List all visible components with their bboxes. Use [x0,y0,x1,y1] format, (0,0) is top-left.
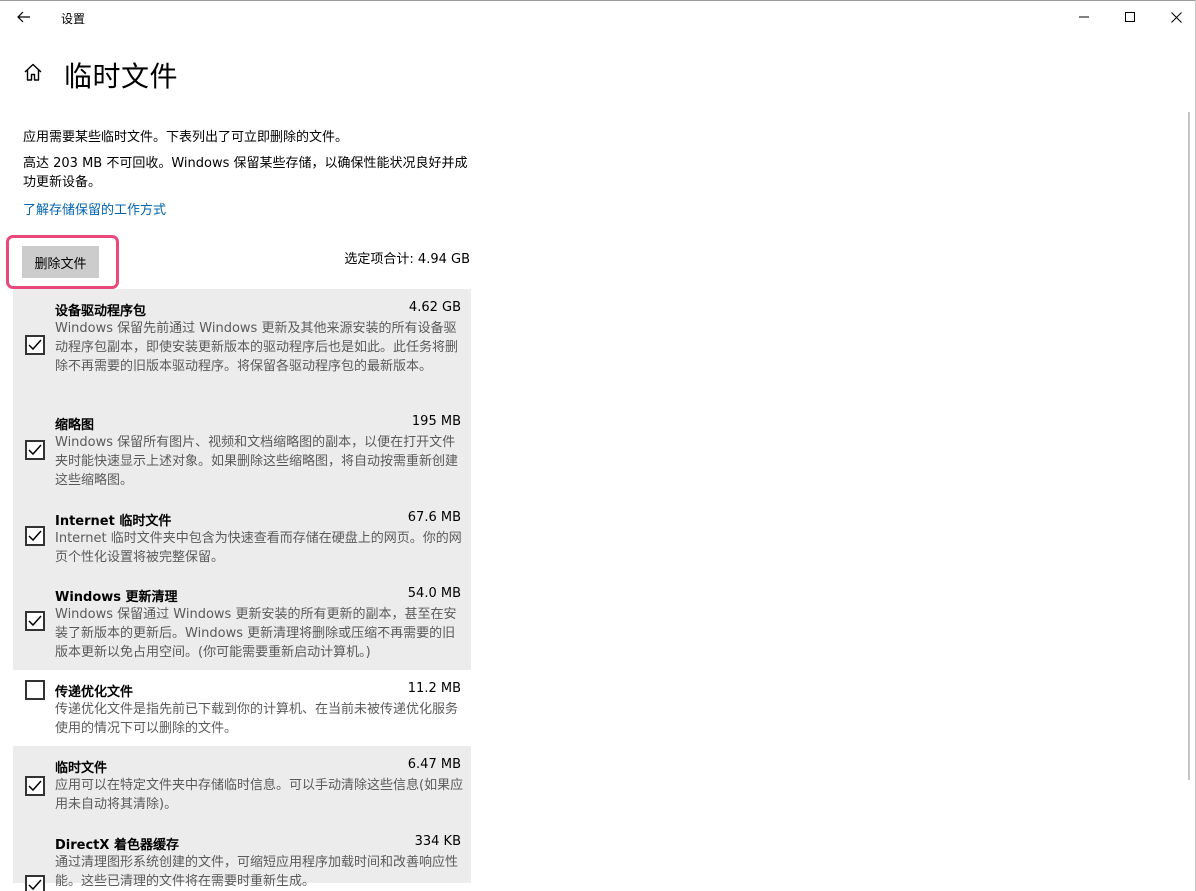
file-category-name: 传递优化文件 [55,685,134,700]
list-item-delivery-optimization: 传递优化文件 11.2 MB 传递优化文件是指先前已下载到你的计算机、在当前未被… [13,670,471,746]
checkbox[interactable] [25,526,45,546]
list-item-temporary-files: 临时文件 6.47 MB 应用可以在特定文件夹中存储临时信息。可以手动清除这些信… [13,746,471,823]
title-bar: 设置 [0,1,1196,33]
file-category-size: 195 MB [411,414,461,429]
file-category-size: 6.47 MB [407,757,461,772]
file-category-description: 应用可以在特定文件夹中存储临时信息。可以手动清除这些信息(如果应用未自动将其清除… [55,778,464,812]
close-icon [1170,11,1182,23]
checkbox[interactable] [25,680,45,700]
file-category-name: Windows 更新清理 [55,590,178,605]
maximize-icon [1125,12,1135,22]
checkmark-icon [28,615,42,627]
checkbox[interactable] [25,335,45,355]
file-category-size: 54.0 MB [407,586,461,601]
total-selected-size: 选定项合计: 4.94 GB [344,252,470,267]
minimize-button[interactable] [1061,1,1107,33]
file-category-description: 通过清理图形系统创建的文件，可缩短应用程序加载时间和改善响应性能。这些已清理的文… [55,855,459,889]
list-item-directx-shader-cache: DirectX 着色器缓存 334 KB 通过清理图形系统创建的文件，可缩短应用… [13,823,471,891]
checkbox[interactable] [25,611,45,631]
minimize-icon [1079,16,1089,18]
home-icon[interactable] [21,60,45,84]
checkmark-icon [28,780,42,792]
list-item-thumbnails: 缩略图 195 MB Windows 保留所有图片、视频和文档缩略图的副本，以便… [13,403,471,499]
file-category-description: Windows 保留先前通过 Windows 更新及其他来源安装的所有设备驱动程… [55,321,459,374]
file-category-name: DirectX 着色器缓存 [55,838,179,853]
file-category-description: Windows 保留通过 Windows 更新安装的所有更新的副本，甚至在安装了… [55,607,457,660]
file-category-description: 传递优化文件是指先前已下载到你的计算机、在当前未被传递优化服务使用的情况下可以删… [55,702,459,736]
back-button[interactable] [10,3,38,31]
temp-file-list: 设备驱动程序包 4.62 GB Windows 保留先前通过 Windows 更… [13,289,471,891]
maximize-button[interactable] [1107,1,1153,33]
file-category-name: 缩略图 [55,418,95,433]
scrollbar[interactable] [1188,112,1190,780]
checkbox[interactable] [25,875,45,891]
list-item-driver-packages: 设备驱动程序包 4.62 GB Windows 保留先前通过 Windows 更… [13,289,471,403]
file-category-description: Windows 保留所有图片、视频和文档缩略图的副本，以便在打开文件夹时能快速显… [55,435,459,488]
file-category-size: 11.2 MB [407,681,461,696]
file-category-name: 临时文件 [55,761,108,776]
file-category-size: 334 KB [414,834,461,849]
file-category-description: Internet 临时文件夹中包含为快速查看而存储在硬盘上的网页。你的网页个性化… [55,531,462,565]
close-button[interactable] [1153,1,1196,33]
checkmark-icon [28,339,42,351]
checkmark-icon [28,530,42,542]
learn-storage-reserve-link[interactable]: 了解存储保留的工作方式 [23,199,166,218]
checkmark-icon [28,879,42,891]
back-arrow-icon [17,11,30,23]
file-category-size: 67.6 MB [407,510,461,525]
list-item-windows-update-cleanup: Windows 更新清理 54.0 MB Windows 保留通过 Window… [13,575,471,670]
page-title: 临时文件 [64,60,179,93]
delete-files-button[interactable]: 删除文件 [22,246,99,278]
file-category-name: 设备驱动程序包 [55,304,147,319]
intro-text: 应用需要某些临时文件。下表列出了可立即删除的文件。 [23,130,349,145]
file-category-size: 4.62 GB [408,300,461,315]
app-title: 设置 [61,12,86,26]
checkbox[interactable] [25,776,45,796]
checkmark-icon [28,444,42,456]
checkbox[interactable] [25,440,45,460]
list-item-internet-temp-files: Internet 临时文件 67.6 MB Internet 临时文件夹中包含为… [13,499,471,575]
file-category-name: Internet 临时文件 [55,514,172,529]
storage-reserve-text: 高达 203 MB 不可回收。Windows 保留某些存储，以确保性能状况良好并… [23,156,468,190]
